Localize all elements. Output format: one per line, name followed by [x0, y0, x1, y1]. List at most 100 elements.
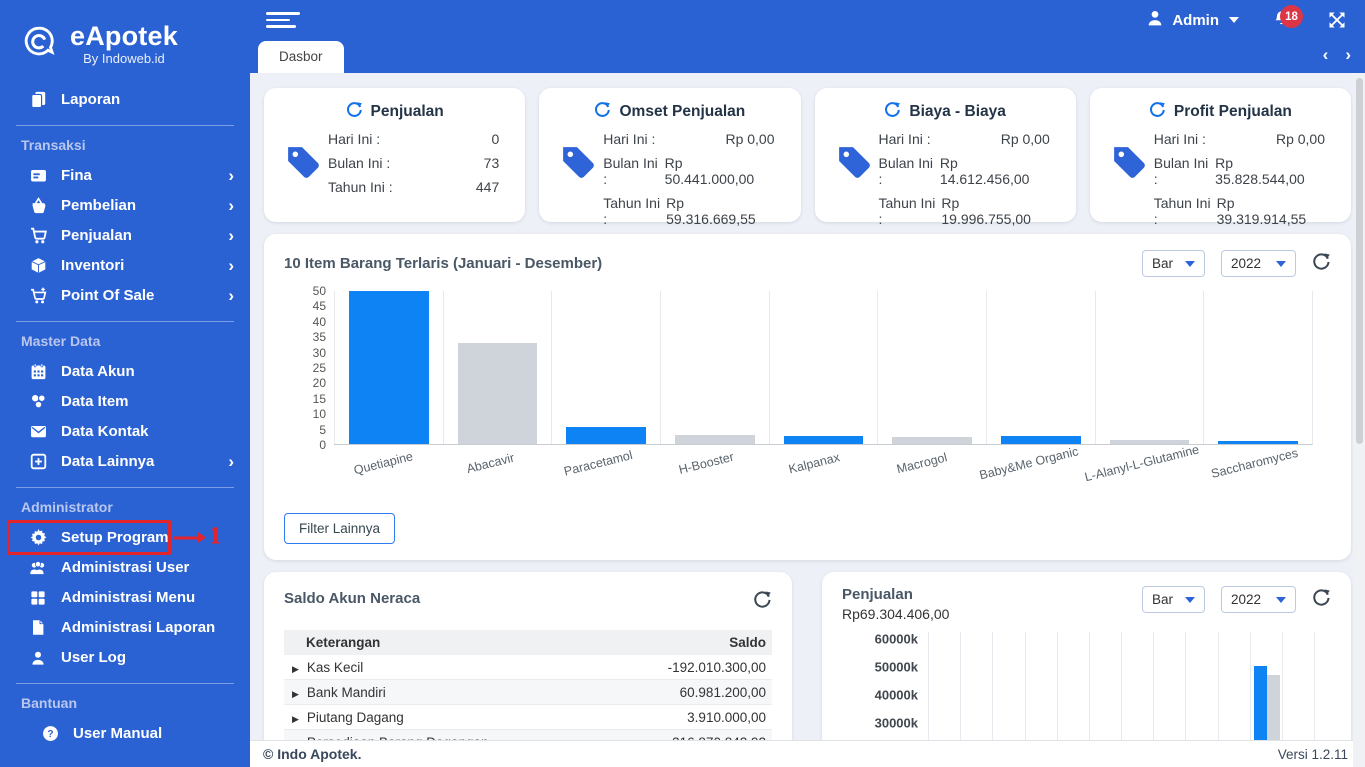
question-circle-icon: ?	[40, 725, 60, 742]
stat-card-title: Profit Penjualan	[1173, 103, 1292, 120]
sidebar-item-label: Data Kontak	[61, 423, 149, 440]
sidebar-item-administrasi-laporan[interactable]: Administrasi Laporan	[0, 613, 250, 642]
table-row[interactable]: ▶ Bank Mandiri 60.981.200,00	[284, 679, 772, 705]
row-expand-caret-icon[interactable]: ▶	[292, 714, 299, 724]
sidebar-item-setup-program[interactable]: Setup Program 1	[0, 520, 250, 555]
sidebar-item-point-of-sale[interactable]: Point Of Sale ›	[0, 281, 250, 310]
bar	[783, 436, 864, 444]
footer: © Indo Apotek. Versi 1.2.11	[250, 740, 1365, 767]
stat-row: Tahun Ini : 447	[328, 179, 499, 195]
table-row[interactable]: ▶ Kas Kecil -192.010.300,00	[284, 655, 772, 680]
stat-row: Bulan Ini : Rp 35.828.544,00	[1154, 155, 1325, 187]
stat-row-value: Rp 19.996.755,00	[941, 195, 1031, 227]
sidebar-item-label: Data Lainnya	[61, 453, 155, 470]
user-icon	[28, 650, 48, 666]
stat-row-value: 73	[483, 155, 500, 171]
user-menu[interactable]: Admin	[1146, 9, 1239, 31]
divider	[16, 321, 234, 322]
y-axis-tick: 50	[312, 284, 326, 298]
account-name: Bank Mandiri	[306, 684, 386, 700]
refresh-icon[interactable]	[346, 101, 363, 123]
stat-row-value: Rp 59.316.669,55	[666, 195, 756, 227]
tab-scroll-left-icon[interactable]: ‹	[1323, 46, 1329, 63]
stat-row-label: Bulan Ini :	[328, 155, 391, 171]
refresh-icon[interactable]	[1149, 101, 1166, 123]
sidebar-item-label: Penjualan	[61, 227, 132, 244]
stat-row-value: Rp 0,00	[725, 131, 775, 147]
chevron-right-icon: ›	[228, 286, 234, 305]
annotation-arrow	[174, 531, 206, 544]
tab-scroll-right-icon[interactable]: ›	[1345, 46, 1351, 63]
stat-row: Bulan Ini : Rp 50.441.000,00	[603, 155, 774, 187]
brand: eApotek By Indoweb.id	[0, 0, 250, 71]
sidebar-item-user-log[interactable]: User Log	[0, 643, 250, 672]
refresh-icon[interactable]	[884, 101, 901, 123]
caret-down-icon	[1276, 260, 1286, 267]
sidebar-item-data-kontak[interactable]: Data Kontak	[0, 417, 250, 446]
chart-year-select[interactable]: 2022	[1221, 250, 1296, 277]
refresh-icon[interactable]	[594, 101, 611, 123]
refresh-icon[interactable]	[1312, 252, 1331, 276]
caret-down-icon	[1229, 17, 1239, 23]
stat-row: Hari Ini : Rp 0,00	[879, 131, 1050, 147]
y-axis-tick: 40	[312, 314, 326, 329]
sidebar-item-administrasi-menu[interactable]: Administrasi Menu	[0, 583, 250, 612]
filter-lainnya-button[interactable]: Filter Lainnya	[284, 513, 396, 544]
fullscreen-icon[interactable]	[1327, 10, 1347, 30]
sales-chart-year-select[interactable]: 2022	[1221, 586, 1296, 613]
refresh-icon[interactable]	[753, 590, 772, 614]
y-axis-tick: 30000k	[874, 715, 918, 731]
stat-row-label: Bulan Ini :	[1153, 155, 1209, 187]
sidebar-item-inventori[interactable]: Inventori ›	[0, 251, 250, 280]
stat-row-value: 0	[491, 131, 500, 147]
bar	[457, 343, 538, 444]
saldo-table-header: Keterangan Saldo	[284, 630, 772, 655]
section-title-bantuan: Bantuan	[21, 695, 77, 711]
sidebar-item-penjualan[interactable]: Penjualan ›	[0, 221, 250, 250]
y-axis-tick: 45	[312, 299, 326, 314]
table-row[interactable]: ▶ Piutang Dagang 3.910.000,00	[284, 704, 772, 730]
chart-type-select[interactable]: Bar	[1141, 250, 1205, 277]
row-expand-caret-icon[interactable]: ▶	[292, 664, 299, 674]
bar	[892, 437, 973, 444]
stat-row: Hari Ini : Rp 0,00	[603, 131, 774, 147]
sidebar-item-administrasi-user[interactable]: Administrasi User	[0, 553, 250, 582]
scrollbar-thumb[interactable]	[1355, 78, 1363, 444]
sidebar: eApotek By Indoweb.id Laporan Transaksi …	[0, 0, 250, 767]
bar	[349, 291, 429, 444]
stat-card-profit-penjualan: Profit Penjualan Hari Ini : Rp 0,00 Bulan …	[1089, 88, 1351, 227]
tab-dasbor[interactable]: Dasbor	[258, 41, 344, 73]
notifications-button[interactable]: 18	[1273, 5, 1303, 31]
column-saldo: Saldo	[729, 635, 766, 650]
shapes-cluster-icon	[28, 393, 48, 410]
stat-card-title: Biaya - Biaya	[909, 103, 1006, 120]
file-icon	[28, 619, 48, 636]
stat-row-label: Bulan Ini :	[603, 155, 658, 187]
stat-card-title: Omset Penjualan	[619, 103, 746, 120]
y-axis-tick: 0	[319, 438, 326, 452]
row-expand-caret-icon[interactable]: ▶	[292, 689, 299, 699]
section-title-master-data: Master Data	[21, 333, 101, 349]
sidebar-item-fina[interactable]: Fina ›	[0, 161, 250, 190]
stat-row-label: Hari Ini :	[878, 131, 931, 147]
hamburger-menu-icon[interactable]	[262, 6, 304, 34]
sidebar-item-data-lainnya[interactable]: Data Lainnya ›	[0, 447, 250, 476]
y-axis-tick: 60000k	[874, 631, 918, 647]
shopping-cart-icon	[28, 227, 48, 244]
sidebar-item-data-item[interactable]: Data Item	[0, 387, 250, 416]
divider	[16, 683, 234, 684]
sidebar-item-pembelian[interactable]: Pembelian ›	[0, 191, 250, 220]
x-axis-label: Saccharomyces	[1209, 445, 1300, 481]
chevron-right-icon: ›	[228, 166, 234, 185]
sidebar-item-user-manual[interactable]: ? User Manual	[0, 719, 250, 748]
sidebar-item-data-akun[interactable]: Data Akun	[0, 357, 250, 386]
bar	[566, 427, 647, 444]
annotation-number: 1	[209, 522, 222, 550]
sales-chart-type-select[interactable]: Bar	[1141, 586, 1205, 613]
sidebar-item-laporan[interactable]: Laporan	[0, 85, 250, 114]
stat-row-value: Rp 39.319.914,55	[1216, 195, 1307, 227]
tag-icon	[284, 143, 321, 185]
sidebar-nav: Laporan Transaksi Fina › Pembelian › Pen…	[0, 85, 250, 748]
refresh-icon[interactable]	[1312, 588, 1331, 612]
section-title-transaksi: Transaksi	[21, 137, 86, 153]
